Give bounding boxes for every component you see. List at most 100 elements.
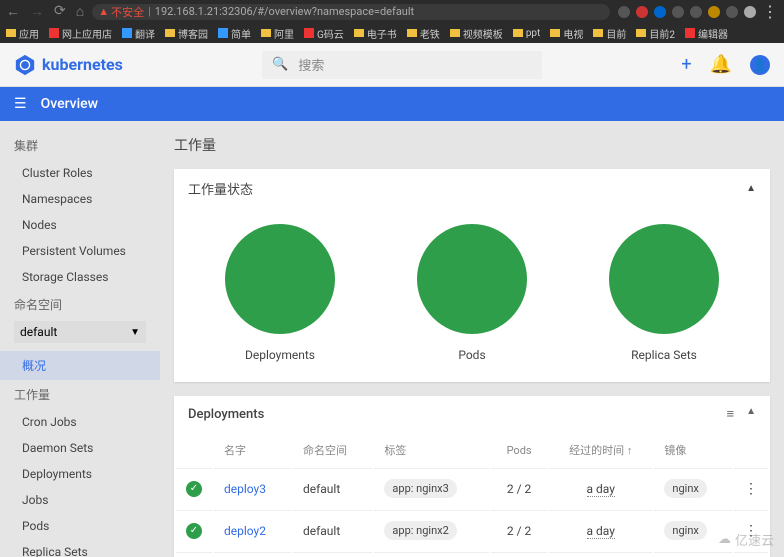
browser-toolbar: ← → ⟳ ⌂ ▲ 不安全 | 192.168.1.21:32306/#/ove… [0,0,784,23]
bookmark-item[interactable]: 博客园 [165,26,208,41]
cell-namespace: default [293,510,372,550]
bookmark-item[interactable]: 阿里 [261,26,294,41]
table-row: ✓ deploy2 default app: nginx2 2 / 2 a da… [176,510,768,550]
forward-button[interactable]: → [30,3,44,20]
deployment-link[interactable]: deploy3 [224,482,266,496]
card-title: 工作量状态 [188,179,253,198]
logo[interactable]: kubernetes [14,54,123,76]
cell-namespace: default [293,552,372,557]
create-button[interactable]: + [681,54,691,75]
row-menu-icon[interactable]: ⋮ [734,552,768,557]
label-chip: app: nginx2 [384,521,456,540]
ext-icon[interactable] [654,6,666,18]
account-icon[interactable]: 👤 [750,55,770,75]
brand-text: kubernetes [42,55,123,74]
back-button[interactable]: ← [6,3,20,20]
collapse-icon[interactable]: ▲ [746,406,756,422]
chrome-menu-icon[interactable]: ⋮ [762,2,778,21]
cell-pods: 2 / 2 [491,552,547,557]
sidebar-item[interactable]: Namespaces [0,186,160,212]
home-button[interactable]: ⌂ [76,3,84,20]
col-images[interactable]: 镜像 [654,434,732,466]
status-label: Deployments [225,348,335,362]
namespace-selector[interactable]: default ▼ [14,321,146,343]
chevron-down-icon: ▼ [130,327,140,338]
cell-age: a day [587,524,615,539]
bookmark-item[interactable]: 电子书 [354,26,397,41]
namespace-value: default [20,325,57,339]
bookmark-item[interactable]: 编辑器 [685,26,728,41]
cloud-icon: ☁ [718,532,731,547]
search-icon: 🔍 [272,57,288,72]
filter-icon[interactable]: ≡ [727,406,735,422]
workload-status-card: 工作量状态 ▲ Deployments Pods Replica Sets [174,169,770,382]
bookmark-item[interactable]: 视频模板 [450,26,503,41]
image-chip: nginx [664,521,706,540]
header-actions: + 🔔 👤 [681,54,770,75]
cell-pods: 2 / 2 [491,510,547,550]
nav-arrows: ← → ⟳ ⌂ [6,3,84,20]
bookmark-item[interactable]: 老铁 [407,26,440,41]
cell-pods: 2 / 2 [491,468,547,508]
status-item[interactable]: Pods [417,224,527,362]
bookmark-item[interactable]: 目前 [593,26,626,41]
ext-icon[interactable] [690,6,702,18]
deployment-link[interactable]: deploy2 [224,524,266,538]
col-name[interactable]: 名字 [214,434,291,466]
sidebar-item[interactable]: Jobs [0,487,160,513]
col-labels[interactable]: 标签 [374,434,489,466]
url-bar[interactable]: ▲ 不安全 | 192.168.1.21:32306/#/overview?na… [92,4,610,20]
ext-icon[interactable] [618,6,630,18]
reload-button[interactable]: ⟳ [54,3,66,20]
status-circle [225,224,335,334]
sidebar: 集群 Cluster RolesNamespacesNodesPersisten… [0,121,160,557]
ext-icon[interactable] [744,6,756,18]
sidebar-item[interactable]: Nodes [0,212,160,238]
sidebar-item-overview[interactable]: 概况 [0,351,160,380]
kubernetes-icon [14,54,36,76]
sidebar-item[interactable]: Replica Sets [0,539,160,557]
status-label: Pods [417,348,527,362]
status-item[interactable]: Replica Sets [609,224,719,362]
bookmark-item[interactable]: 翻译 [122,26,155,41]
ext-icon[interactable] [672,6,684,18]
cell-namespace: default [293,468,372,508]
cell-age: a day [587,482,615,497]
ext-icon[interactable] [708,6,720,18]
ext-icon[interactable] [726,6,738,18]
bookmark-item[interactable]: 电视 [550,26,583,41]
page-header-bar: ☰ Overview [0,87,784,121]
deployments-table: 名字 命名空间 标签 Pods 经过的时间 ↑ 镜像 ✓ deploy3 def… [174,432,770,557]
sidebar-item[interactable]: Persistent Volumes [0,238,160,264]
collapse-icon[interactable]: ▲ [746,183,756,194]
status-item[interactable]: Deployments [225,224,335,362]
bookmark-item[interactable]: 目前2 [636,26,675,41]
ext-icon[interactable] [636,6,648,18]
status-circle [417,224,527,334]
search-placeholder: 搜索 [298,55,324,74]
sidebar-item[interactable]: Daemon Sets [0,435,160,461]
col-age[interactable]: 经过的时间 ↑ [549,434,652,466]
row-menu-icon[interactable]: ⋮ [734,468,768,508]
sidebar-item[interactable]: Cron Jobs [0,409,160,435]
notifications-icon[interactable]: 🔔 [710,54,732,75]
content-area: 工作量 工作量状态 ▲ DeploymentsPodsReplica Sets … [160,121,784,557]
status-label: Replica Sets [609,348,719,362]
bookmark-item[interactable]: 应用 [6,26,39,41]
sidebar-item[interactable]: Cluster Roles [0,160,160,186]
card-title: Deployments [188,407,264,422]
sidebar-item[interactable]: Deployments [0,461,160,487]
bookmark-item[interactable]: 简单 [218,26,251,41]
bookmark-item[interactable]: G码云 [304,26,344,41]
content-title: 工作量 [174,135,770,155]
sidebar-item[interactable]: Storage Classes [0,264,160,290]
menu-toggle-icon[interactable]: ☰ [14,96,27,112]
col-pods[interactable]: Pods [491,434,547,466]
app-header: kubernetes 🔍 搜索 + 🔔 👤 [0,43,784,87]
search-input[interactable]: 🔍 搜索 [262,51,542,79]
bookmark-item[interactable]: 网上应用店 [49,26,112,41]
sidebar-item[interactable]: Pods [0,513,160,539]
col-namespace[interactable]: 命名空间 [293,434,372,466]
bookmark-item[interactable]: ppt [513,28,541,39]
sidebar-section-workloads: 工作量 [0,380,160,409]
